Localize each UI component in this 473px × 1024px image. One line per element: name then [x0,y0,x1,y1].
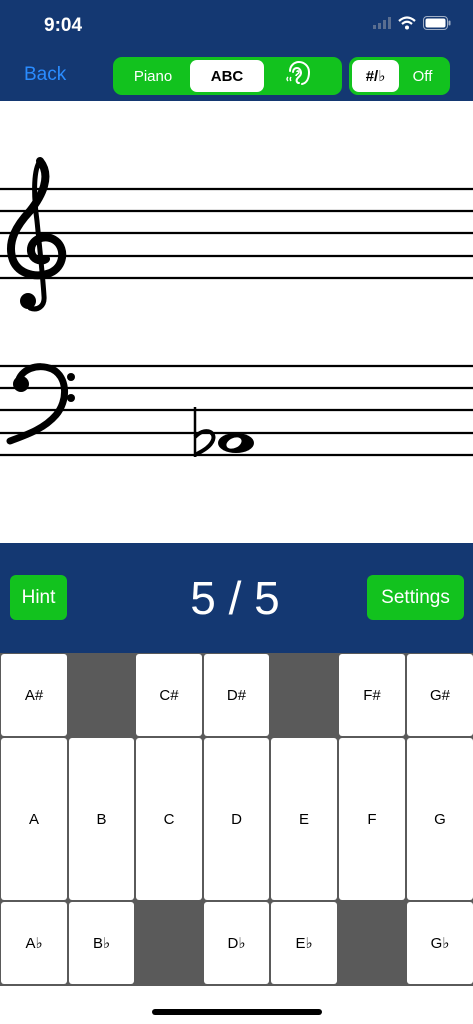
back-button[interactable]: Back [24,64,66,86]
key-f-sharp[interactable]: F# [339,654,405,736]
key-b[interactable]: B [69,738,134,900]
accidental-on[interactable]: #/♭ [352,60,399,92]
mode-piano[interactable]: Piano [116,60,190,92]
settings-button[interactable]: Settings [367,575,464,620]
key-a[interactable]: A [1,738,67,900]
key-g-flat[interactable]: G♭ [407,902,473,984]
key-f[interactable]: F [339,738,405,900]
home-indicator[interactable] [152,1009,322,1015]
key-e[interactable]: E [271,738,337,900]
key-c[interactable]: C [136,738,202,900]
key-c-sharp[interactable]: C# [136,654,202,736]
accidental-off[interactable]: Off [399,60,446,92]
note-keyboard: A# C# D# F# G# A B C D E F G A♭ B♭ D♭ E♭… [0,653,473,986]
key-d-flat[interactable]: D♭ [204,902,269,984]
treble-clef-icon [7,157,67,312]
hint-button[interactable]: Hint [10,575,67,620]
flat-sign-icon [193,407,216,457]
key-d-sharp[interactable]: D# [204,654,269,736]
accidental-segmented-control: #/♭ Off [349,57,450,95]
status-icons [373,14,451,36]
key-g[interactable]: G [407,738,473,900]
signal-icon [373,16,391,34]
music-staff [0,101,473,543]
key-b-flat[interactable]: B♭ [69,902,134,984]
status-time: 9:04 [44,15,83,36]
key-g-sharp[interactable]: G# [407,654,473,736]
top-bar: 9:04 Back Piano ABC #/♭ Off [0,0,473,101]
key-a-sharp[interactable]: A# [1,654,67,736]
key-e-flat[interactable]: E♭ [271,902,337,984]
whole-note-icon [218,433,254,453]
mode-abc[interactable]: ABC [190,60,264,92]
key-a-flat[interactable]: A♭ [1,902,67,984]
bass-clef-icon [6,363,75,445]
score-counter: 5 / 5 [190,572,280,624]
controls-bar: Hint 5 / 5 Settings [0,543,473,653]
ear-icon [285,59,317,93]
mode-segmented-control: Piano ABC [113,57,342,95]
battery-icon [423,15,451,35]
mode-ear[interactable] [264,60,338,92]
wifi-icon [398,15,416,35]
key-d[interactable]: D [204,738,269,900]
treble-staff-lines [0,187,473,280]
